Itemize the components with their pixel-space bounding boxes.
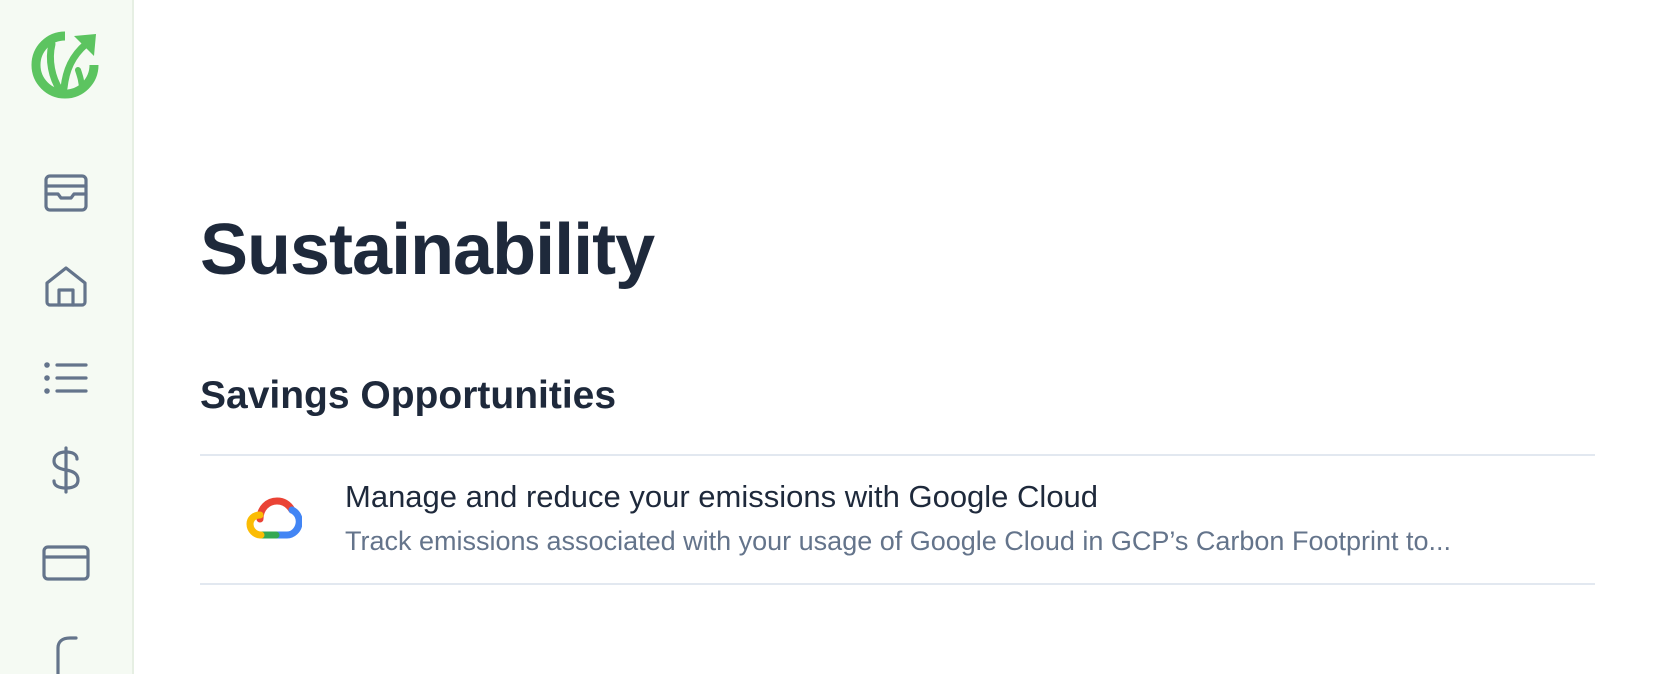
divider [200,454,1595,456]
brand-logo-icon[interactable] [30,30,100,100]
opportunity-item-google-cloud[interactable]: Manage and reduce your emissions with Go… [200,457,1595,583]
sidebar-item-billing[interactable] [38,442,94,498]
inbox-icon [44,174,88,212]
partial-icon [56,636,78,674]
sidebar [0,0,134,674]
list-icon [44,362,88,394]
page-title: Sustainability [200,210,655,290]
divider [200,583,1595,585]
sidebar-item-home[interactable] [38,258,94,314]
main-content: Sustainability Savings Opportunities Man… [200,0,1654,674]
section-title-savings: Savings Opportunities [200,374,617,417]
credit-card-icon [42,545,90,581]
opportunity-title: Manage and reduce your emissions with Go… [345,479,1099,514]
opportunity-description: Track emissions associated with your usa… [345,526,1452,556]
app-window: Sustainability Savings Opportunities Man… [0,0,1654,674]
google-cloud-icon [246,497,302,539]
home-icon [45,266,87,307]
sidebar-item-list[interactable] [38,350,94,406]
dollar-icon [52,446,80,494]
sidebar-item-payments[interactable] [38,535,94,591]
sidebar-item-inbox[interactable] [38,165,94,221]
sidebar-item-more[interactable] [38,622,94,674]
